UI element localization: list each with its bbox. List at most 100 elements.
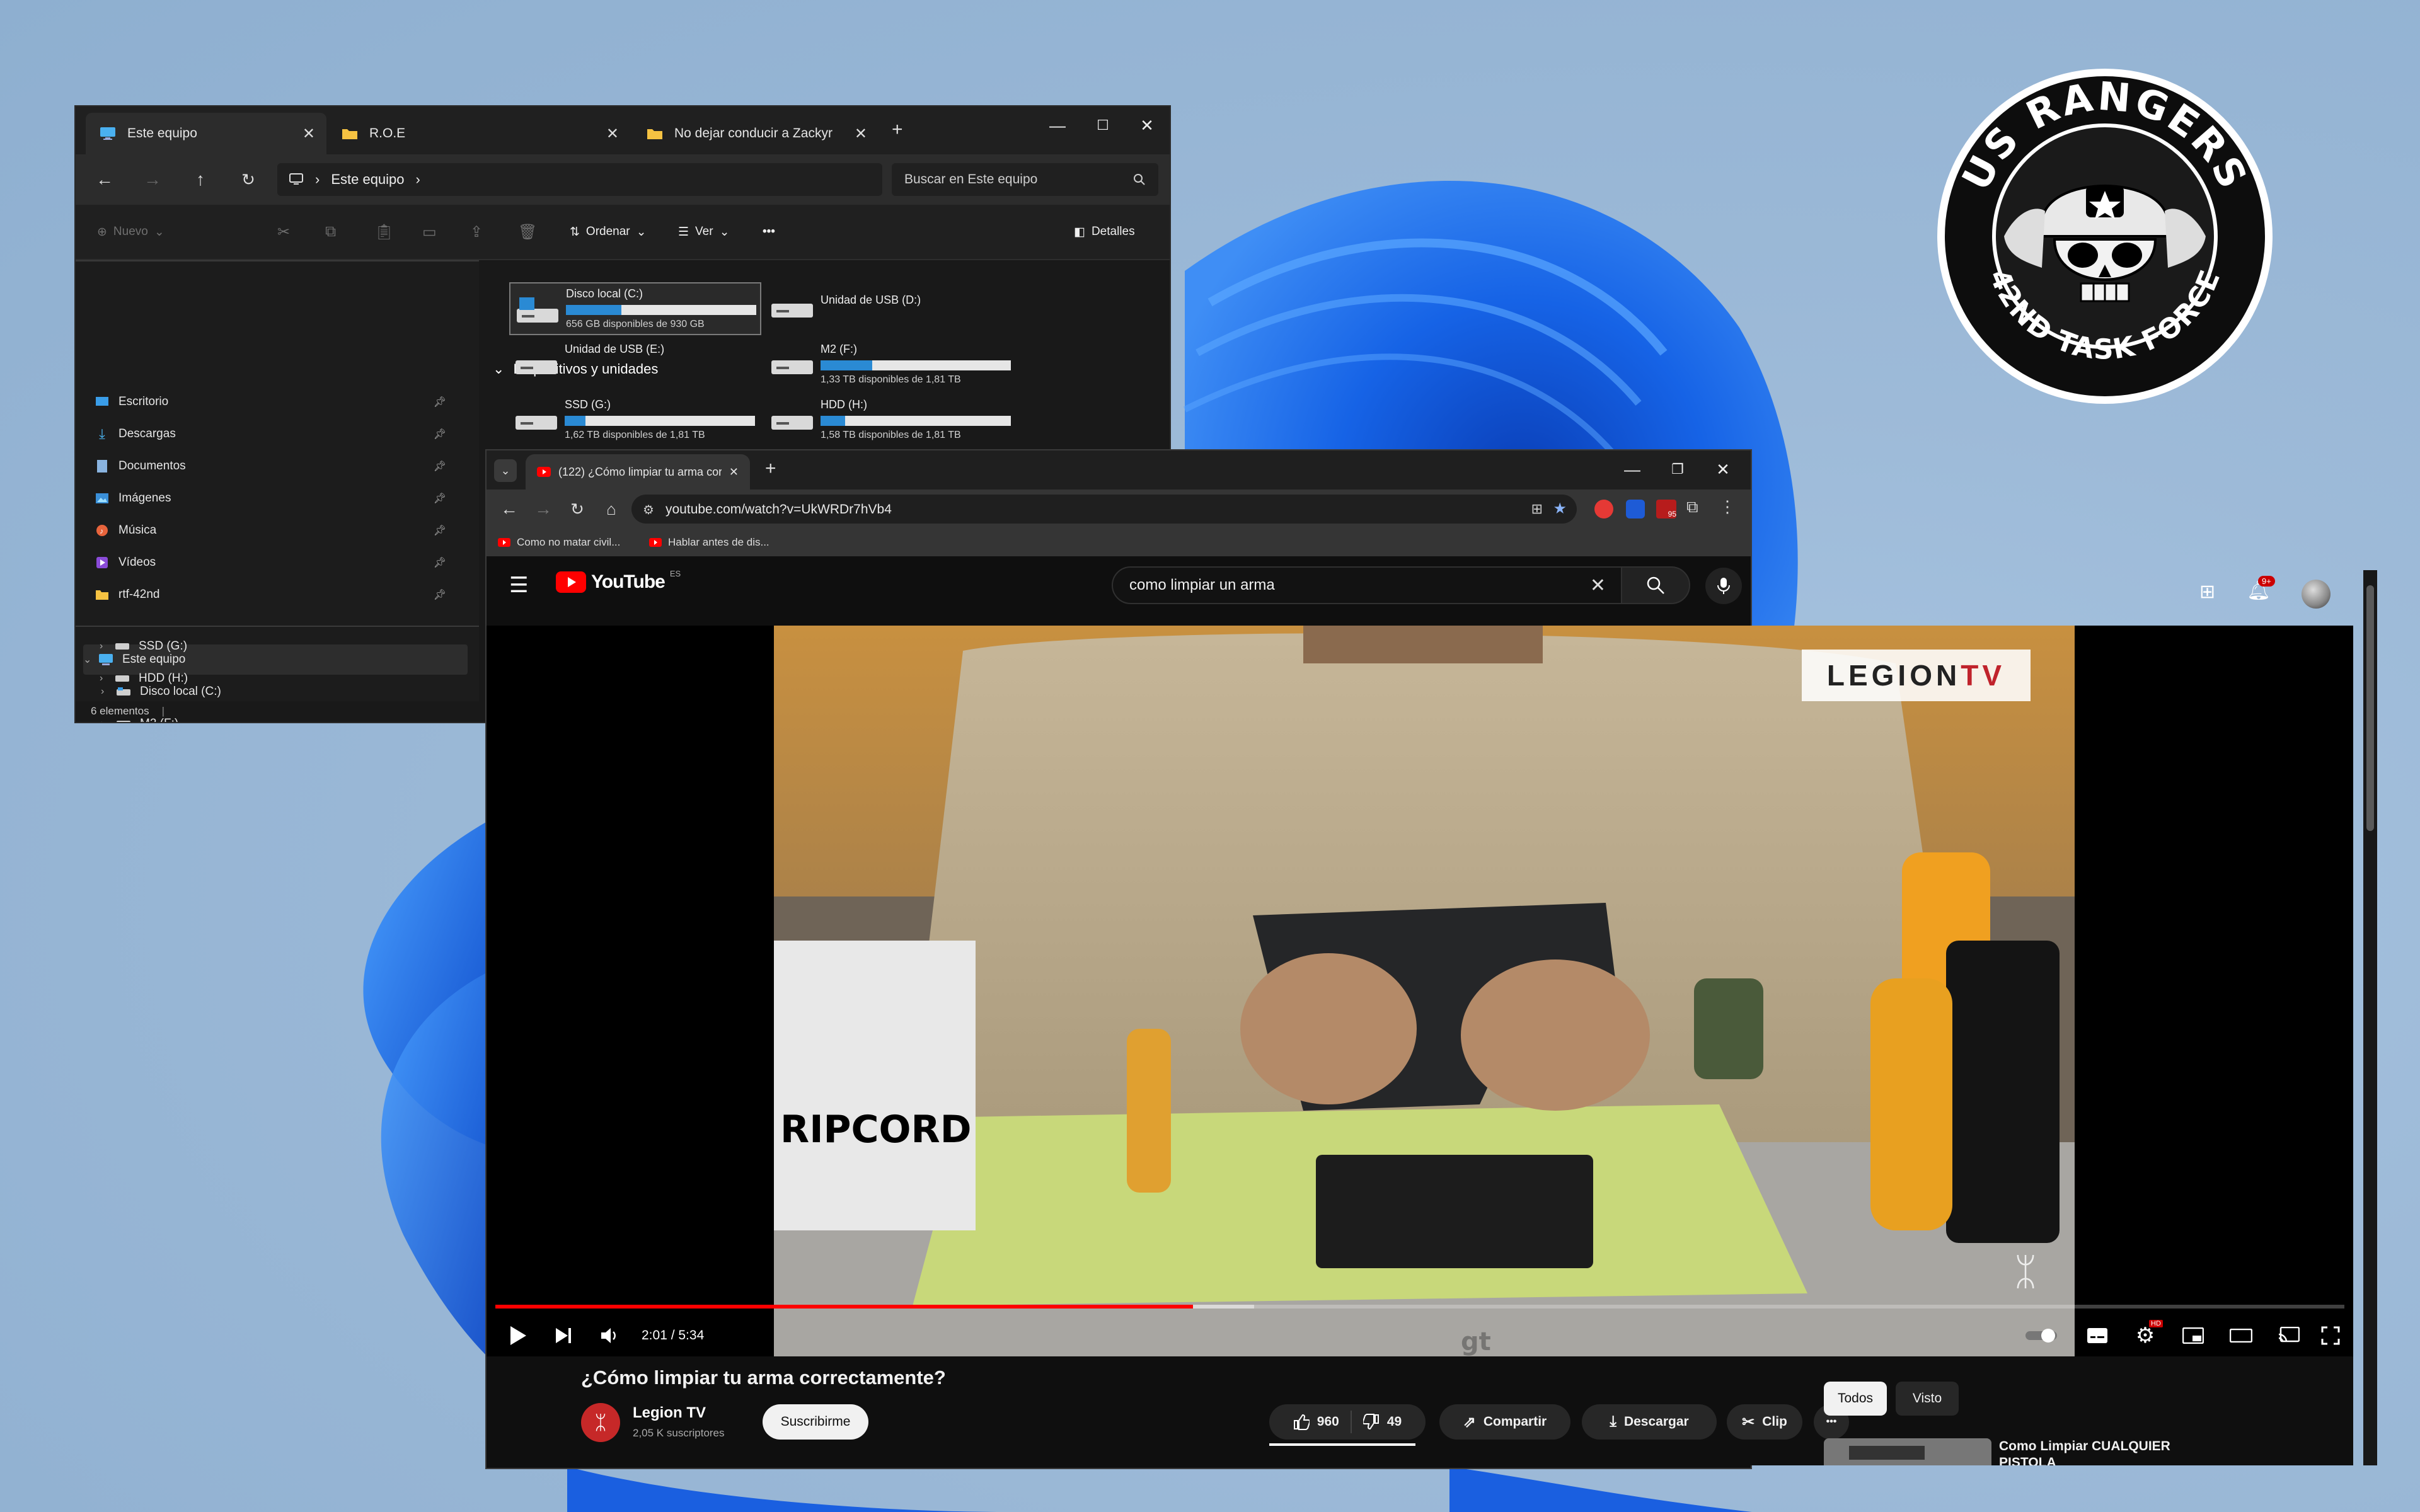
close-tab-icon[interactable]: ✕ [606, 125, 619, 143]
drive-d[interactable]: Unidad de USB (D:) [765, 282, 1017, 335]
extension-icon[interactable] [1626, 500, 1645, 518]
close-tab-icon[interactable]: ✕ [855, 125, 867, 143]
close-tab-icon[interactable]: ✕ [729, 466, 739, 479]
delete-icon[interactable]: 🗑︎ [518, 205, 537, 259]
minimize-icon[interactable]: — [1610, 450, 1655, 488]
volume-button[interactable] [591, 1317, 629, 1354]
theater-mode-button[interactable] [2222, 1317, 2260, 1354]
explorer-tab-este-equipo[interactable]: Este equipo ✕ [86, 113, 326, 154]
extension-icon[interactable] [1594, 500, 1613, 518]
minimize-icon[interactable]: — [1035, 106, 1080, 144]
close-tab-icon[interactable]: ✕ [302, 125, 315, 143]
drive-f[interactable]: M2 (F:) 1,33 TB disponibles de 1,81 TB [765, 339, 1017, 392]
next-button[interactable] [544, 1317, 582, 1354]
forward-arrow-icon[interactable]: → [529, 495, 557, 523]
video-player[interactable]: RIPCORD gt LEGIONTV ᛯ 2:01 / 5:34 ⚙︎ HD [487, 626, 2353, 1356]
video-frame[interactable]: RIPCORD gt LEGIONTV ᛯ [774, 626, 2075, 1356]
dislike-button[interactable]: 49 [1352, 1411, 1413, 1433]
download-button[interactable]: ⤓ Descargar [1582, 1404, 1717, 1440]
recommended-title[interactable]: Como Limpiar CUALQUIER PISTOLA [1999, 1438, 2213, 1465]
sidebar-item-descargas[interactable]: ⤓ Descargas 📌︎ [93, 419, 452, 449]
create-video-icon[interactable]: ⊞ [2199, 581, 2215, 603]
fullscreen-button[interactable] [2312, 1317, 2349, 1354]
autoplay-toggle[interactable] [2019, 1317, 2063, 1354]
avatar[interactable] [2302, 580, 2331, 609]
bookmark-item[interactable]: Hablar antes de dis... [649, 529, 769, 556]
sidebar-item-imagenes[interactable]: Imágenes 📌︎ [93, 483, 452, 513]
chip-todos[interactable]: Todos [1824, 1382, 1887, 1416]
search-button[interactable] [1621, 566, 1690, 604]
up-arrow-icon[interactable]: ↑ [187, 166, 214, 193]
install-app-icon[interactable]: ⊞ [1531, 501, 1543, 517]
sidebar-item-musica[interactable]: ♪ Música 📌︎ [93, 515, 452, 546]
new-tab-button[interactable]: + [892, 119, 903, 140]
home-icon[interactable]: ⌂ [597, 495, 625, 523]
like-button[interactable]: 960 [1282, 1411, 1352, 1433]
view-button[interactable]: ☰ Ver ⌄ [678, 205, 730, 259]
tab-search-icon[interactable]: ⌄ [494, 459, 517, 482]
settings-button[interactable]: ⚙︎ HD [2126, 1317, 2164, 1354]
close-window-icon[interactable]: ✕ [1124, 106, 1170, 144]
miniplayer-button[interactable] [2174, 1317, 2212, 1354]
notifications-button[interactable]: 🔔︎ 9+ [2247, 576, 2275, 602]
cast-button[interactable] [2270, 1317, 2308, 1354]
chip-visto[interactable]: Visto [1896, 1382, 1959, 1416]
share-button[interactable]: ⇗ Compartir [1439, 1404, 1570, 1440]
page-scrollbar[interactable] [2363, 570, 2377, 1465]
back-arrow-icon[interactable]: ← [91, 166, 118, 193]
voice-search-button[interactable] [1705, 568, 1742, 604]
share-icon[interactable]: ⇪ [470, 205, 483, 259]
subtitles-button[interactable] [2078, 1317, 2116, 1354]
paste-icon[interactable]: 📋︎ [374, 205, 393, 259]
close-window-icon[interactable]: ✕ [1700, 450, 1746, 488]
sidebar-item-escritorio[interactable]: Escritorio 📌︎ [93, 387, 452, 417]
hamburger-menu-icon[interactable]: ☰ [509, 573, 528, 598]
new-button[interactable]: ⊕ Nuevo ⌄ [97, 205, 164, 259]
reload-icon[interactable]: ↻ [563, 495, 591, 523]
drive-e[interactable]: Unidad de USB (E:) [509, 339, 761, 392]
refresh-icon[interactable]: ↻ [234, 166, 262, 193]
sidebar-item-documentos[interactable]: Documentos 📌︎ [93, 451, 452, 481]
explorer-tab-roe[interactable]: R.O.E ✕ [328, 113, 630, 154]
restore-icon[interactable]: ❐ [1655, 450, 1700, 488]
more-options-button[interactable]: ••• [763, 205, 775, 259]
omnibox[interactable]: ⚙︎ youtube.com/watch?v=UkWRDr7hVb4 ⊞ ★ [631, 495, 1577, 524]
subscribe-button[interactable]: Suscribirme [763, 1404, 868, 1440]
play-button[interactable] [499, 1317, 537, 1354]
clip-button[interactable]: ✂ Clip [1727, 1404, 1802, 1440]
cut-icon[interactable]: ✂ [277, 205, 290, 259]
progress-bar[interactable] [495, 1305, 2344, 1309]
extensions-puzzle-icon[interactable]: ⧉ [1686, 497, 1698, 517]
extension-badge-icon[interactable]: 95 [1656, 500, 1676, 518]
channel-name[interactable]: Legion TV [633, 1404, 706, 1422]
sidebar-item-videos[interactable]: Vídeos 📌︎ [93, 547, 452, 578]
back-arrow-icon[interactable]: ← [495, 495, 523, 523]
breadcrumb[interactable]: › Este equipo › [277, 163, 882, 196]
channel-branding-watermark-icon[interactable]: ᛯ [2014, 1250, 2037, 1293]
site-info-icon[interactable]: ⚙︎ [643, 502, 654, 518]
recommended-thumbnail[interactable] [1824, 1438, 1991, 1465]
rename-icon[interactable]: ▭ [422, 205, 437, 259]
drive-g[interactable]: SSD (G:) 1,62 TB disponibles de 1,81 TB [509, 394, 761, 447]
forward-arrow-icon[interactable]: → [139, 166, 166, 193]
sidebar-item-este-equipo[interactable]: ⌄ Este equipo [83, 644, 468, 675]
drive-c[interactable]: Disco local (C:) 656 GB disponibles de 9… [509, 282, 761, 335]
sort-button[interactable]: ⇅ Ordenar ⌄ [570, 205, 647, 259]
more-menu-icon[interactable]: ⋮ [1719, 497, 1736, 517]
search-input[interactable]: Buscar en Este equipo [892, 163, 1158, 196]
scrollbar-thumb[interactable] [2366, 585, 2374, 831]
new-tab-button[interactable]: + [765, 458, 776, 479]
details-button[interactable]: ◧ Detalles [1074, 205, 1135, 259]
explorer-tab-zackyr[interactable]: No dejar conducir a Zackyr ✕ [633, 113, 879, 154]
chevron-down-icon[interactable]: ⌄ [83, 653, 97, 666]
bookmark-star-icon[interactable]: ★ [1553, 500, 1567, 518]
youtube-logo[interactable]: YouTube ES [556, 569, 681, 593]
sidebar-item-rtf-42nd[interactable]: rtf-42nd 📌︎ [93, 580, 452, 610]
clear-search-icon[interactable]: ✕ [1590, 575, 1606, 597]
browser-tab-active[interactable]: (122) ¿Cómo limpiar tu arma correctament… [526, 454, 750, 490]
bookmark-item[interactable]: Como no matar civil... [498, 529, 620, 556]
chevron-right-icon[interactable]: › [101, 686, 115, 697]
drive-h[interactable]: HDD (H:) 1,58 TB disponibles de 1,81 TB [765, 394, 1017, 447]
maximize-icon[interactable]: ☐ [1080, 106, 1126, 144]
channel-avatar[interactable]: ᛯ [581, 1403, 620, 1442]
